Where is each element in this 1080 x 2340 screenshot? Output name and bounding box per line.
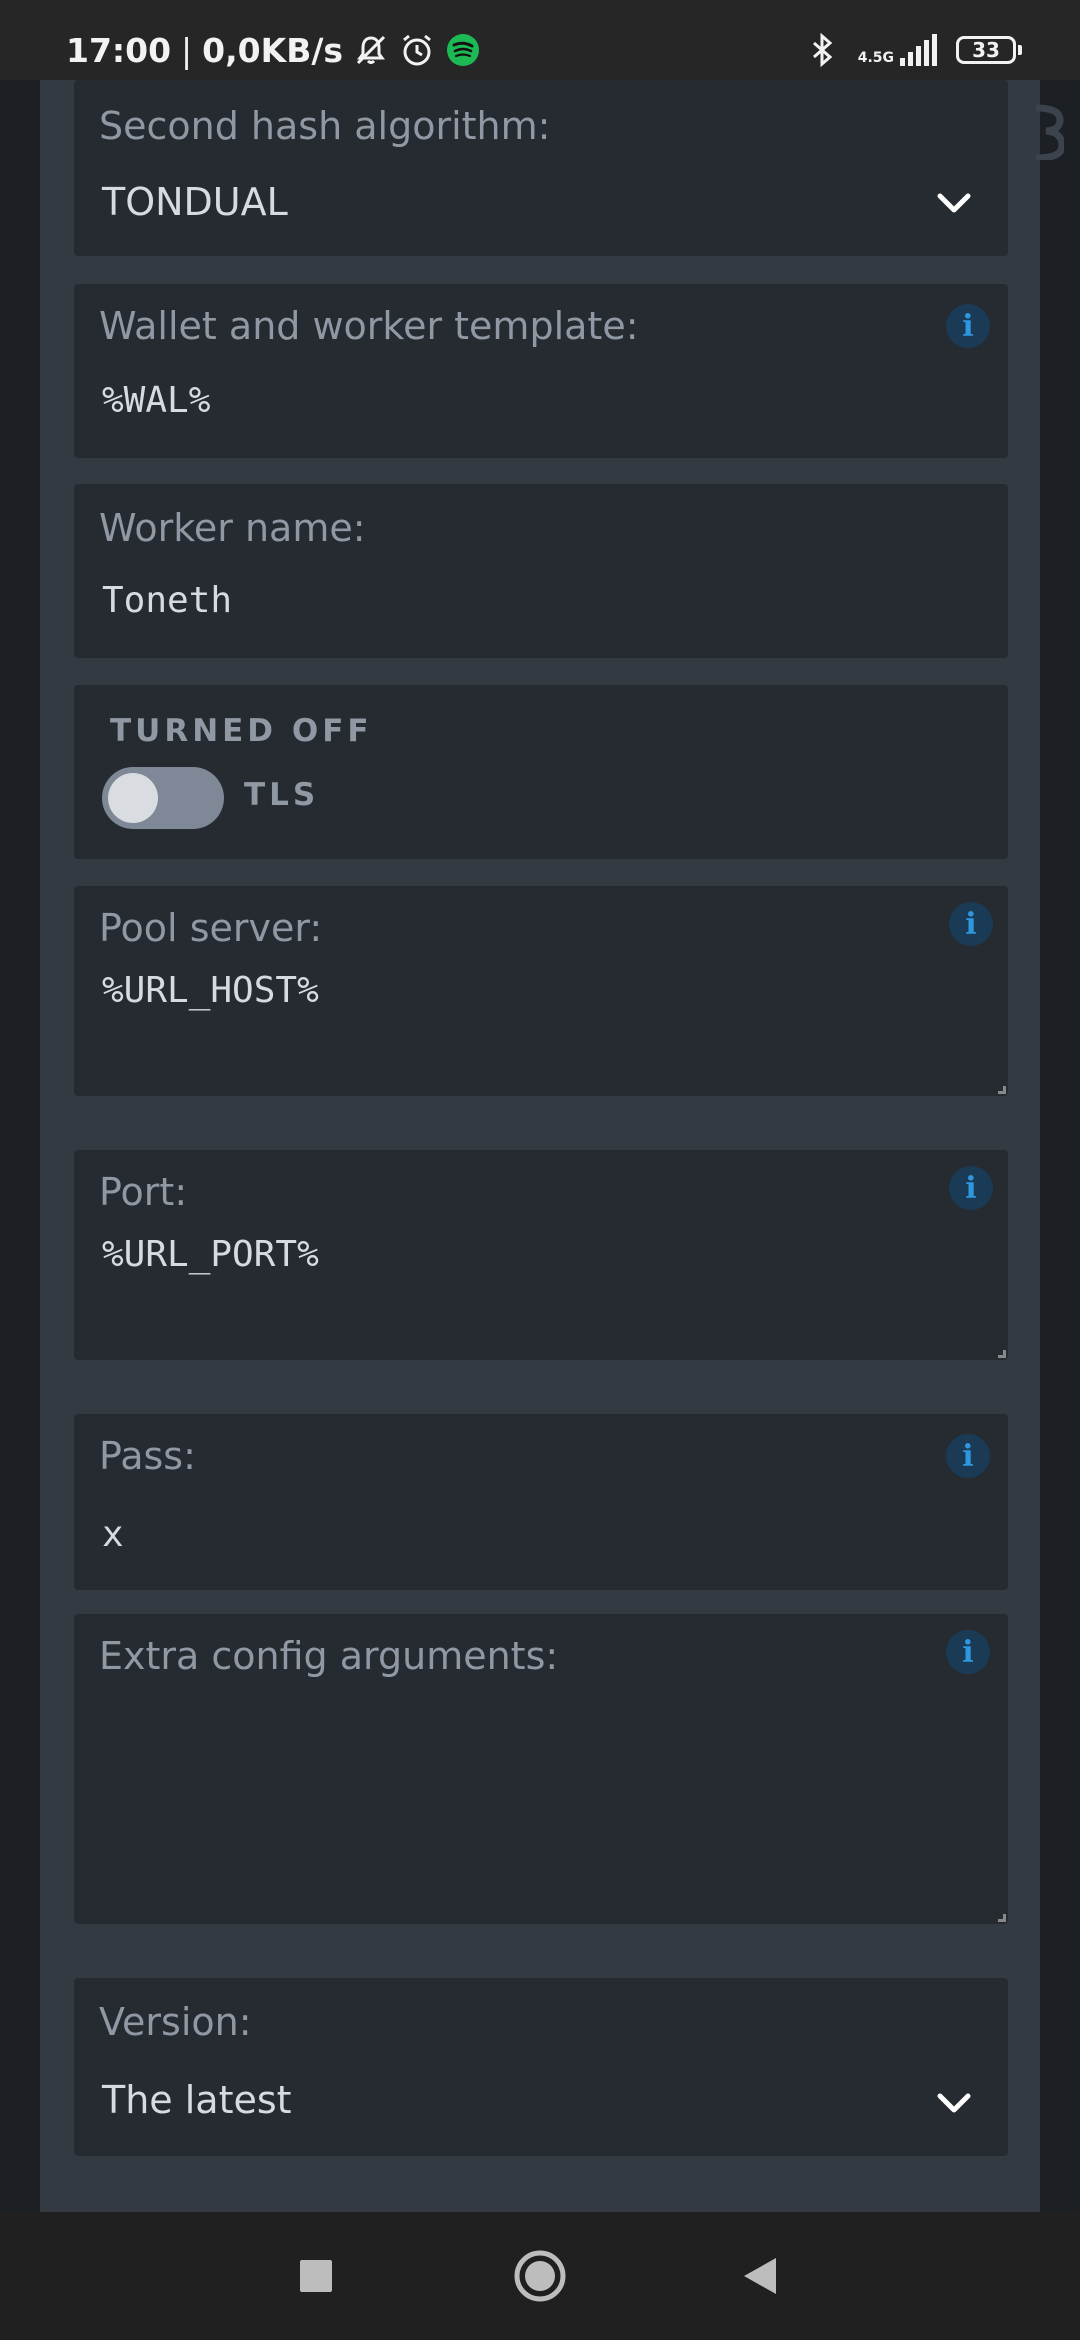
tls-label: TLS	[244, 777, 320, 813]
worker-name-label: Worker name:	[99, 506, 366, 550]
info-icon[interactable]: i	[946, 1630, 990, 1674]
info-icon[interactable]: i	[946, 304, 990, 348]
battery-icon: 33	[956, 36, 1022, 64]
extra-config-field[interactable]: Extra config arguments: i	[74, 1614, 1008, 1924]
pool-server-value: %URL_HOST%	[102, 970, 319, 1011]
alarm-icon	[403, 34, 431, 66]
port-label: Port:	[99, 1170, 188, 1214]
navigation-bar	[0, 2212, 1080, 2340]
back-triangle-icon	[744, 2258, 776, 2294]
status-time: 17:00	[66, 30, 172, 70]
tls-card: TURNED OFF TLS	[74, 685, 1008, 859]
chevron-down-icon	[937, 193, 971, 213]
info-icon[interactable]: i	[949, 902, 993, 946]
tls-toggle[interactable]	[102, 767, 224, 829]
settings-panel: Second hash algorithm: TONDUAL Wallet an…	[40, 80, 1040, 2212]
chevron-down-icon	[937, 2093, 971, 2113]
edge-partial-icon	[1035, 104, 1064, 160]
bluetooth-icon	[812, 32, 832, 68]
pool-server-label: Pool server:	[99, 906, 323, 950]
network-type: 4.5G	[857, 50, 894, 66]
signal-icon	[900, 34, 937, 66]
resize-handle[interactable]	[998, 1086, 1006, 1094]
info-icon[interactable]: i	[946, 1434, 990, 1478]
pass-value: x	[102, 1514, 124, 1555]
pass-field[interactable]: Pass: x i	[74, 1414, 1008, 1590]
back-button[interactable]	[700, 2212, 820, 2340]
resize-handle[interactable]	[998, 1350, 1006, 1358]
status-separator: |	[181, 30, 193, 70]
resize-handle[interactable]	[998, 1914, 1006, 1922]
battery-level: 33	[972, 38, 1000, 62]
recents-square-icon	[300, 2260, 332, 2292]
signal-group: 4.5G	[858, 34, 938, 66]
wallet-template-label: Wallet and worker template:	[99, 304, 639, 348]
status-bar: 17:00 | 0,0KB/s 4.5G 33	[0, 0, 1080, 80]
home-button[interactable]	[480, 2212, 600, 2340]
wallet-template-value: %WAL%	[102, 380, 211, 421]
port-field[interactable]: Port: %URL_PORT% i	[74, 1150, 1008, 1360]
mute-notifications-icon	[357, 35, 386, 65]
version-select[interactable]: Version: The latest	[74, 1978, 1008, 2156]
version-value: The latest	[102, 2078, 292, 2122]
pass-label: Pass:	[99, 1434, 196, 1478]
second-hash-label: Second hash algorithm:	[99, 104, 551, 148]
status-speed: 0,0KB/s	[202, 30, 344, 70]
recents-button[interactable]	[256, 2212, 376, 2340]
worker-name-field[interactable]: Worker name: Toneth	[74, 484, 1008, 658]
version-label: Version:	[99, 2000, 252, 2044]
worker-name-value: Toneth	[102, 580, 233, 621]
extra-config-label: Extra config arguments:	[99, 1634, 559, 1678]
toggle-knob	[108, 773, 158, 823]
home-circle-icon	[514, 2250, 566, 2302]
wallet-template-field[interactable]: Wallet and worker template: %WAL% i	[74, 284, 1008, 458]
tls-state-label: TURNED OFF	[110, 713, 373, 749]
pool-server-field[interactable]: Pool server: %URL_HOST% i	[74, 886, 1008, 1096]
spotify-icon	[447, 34, 480, 66]
second-hash-value: TONDUAL	[102, 180, 288, 224]
port-value: %URL_PORT%	[102, 1234, 319, 1275]
info-icon[interactable]: i	[949, 1166, 993, 1210]
second-hash-select[interactable]: Second hash algorithm: TONDUAL	[74, 80, 1008, 256]
